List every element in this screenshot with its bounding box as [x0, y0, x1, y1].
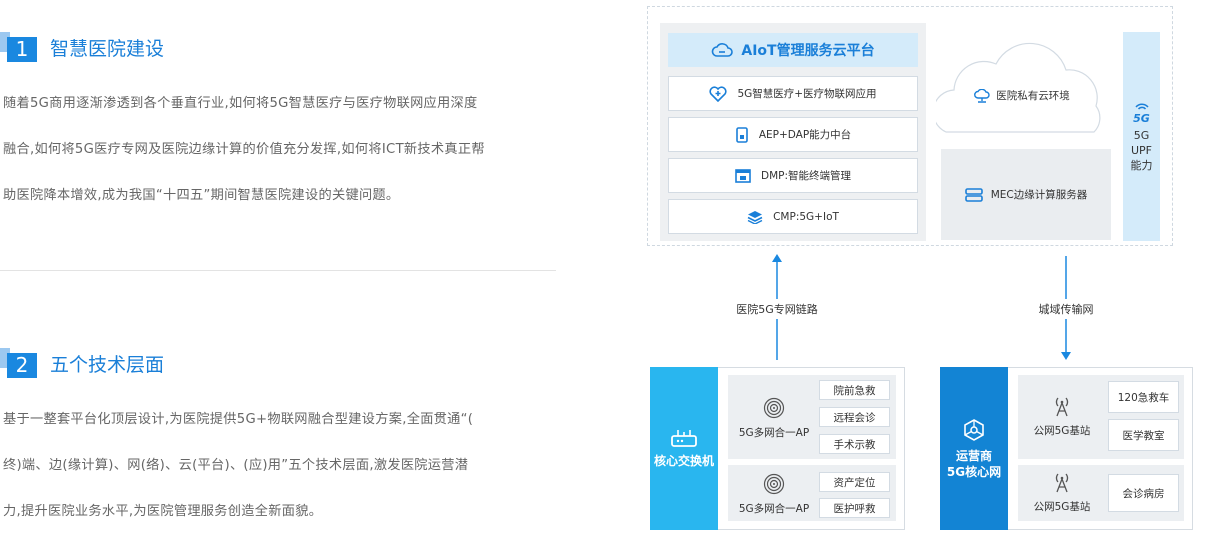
section-1-paragraph: 随着5G商用逐渐渗透到各个垂直行业,如何将5G智慧医疗与医疗物联网应用深度 融合… [3, 81, 551, 219]
station-group: 公网5G基站 120急救车 医学教室 [1018, 375, 1184, 459]
ap-device: 5G多网合一AP [736, 473, 812, 516]
cloud-icon [712, 43, 734, 57]
mec-server-box: MEC边缘计算服务器 [941, 149, 1111, 240]
section-number: 2 [7, 353, 37, 378]
core-switch-label: 核心交换机 [653, 453, 714, 468]
paragraph-line: 融合,如何将5G医疗专网及医院边缘计算的价值充分发挥,如何将ICT新技术真正帮 [3, 142, 485, 157]
layers-icon [747, 210, 763, 224]
hospital-link-label: 医院5G专网链路 [727, 299, 827, 319]
section-number-badge: 1 [0, 32, 38, 62]
device-manager-icon [735, 168, 751, 183]
app-row-aep: AEP+DAP能力中台 [668, 117, 918, 152]
private-cloud-label: 医院私有云环境 [936, 88, 1108, 103]
upf-line: UPF [1130, 143, 1152, 157]
base-station: 公网5G基站 [1024, 395, 1100, 438]
cloud-platform-title: AIoT管理服务云平台 [668, 33, 918, 67]
service-item: 院前急救 [819, 380, 890, 400]
station-label: 公网5G基站 [1033, 501, 1091, 513]
station-group: 公网5G基站 会诊病房 [1018, 465, 1184, 521]
cloud-shape [936, 42, 1101, 133]
app-row-label: AEP+DAP能力中台 [758, 129, 852, 141]
operator-core-panel: 运营商 5G核心网 [940, 367, 1008, 530]
ap-group: 5G多网合一AP 资产定位 医护呼救 [728, 465, 896, 521]
wifi-signal-icon [1134, 103, 1149, 110]
section-2-header: 2 五个技术层面 [0, 345, 164, 381]
ap-group: 5G多网合一AP 院前急救 远程会诊 手术示教 [728, 375, 896, 459]
section-2-paragraph: 基于一整套平台化顶层设计,为医院提供5G+物联网融合型建设方案,全面贯通“( 终… [3, 397, 551, 535]
app-row-medical: 5G智慧医疗+医疗物联网应用 [668, 76, 918, 111]
app-row-label: DMP:智能终端管理 [760, 170, 851, 182]
service-item: 远程会诊 [819, 407, 890, 427]
station-label: 公网5G基站 [1033, 425, 1091, 437]
upf-column: 5G 5G UPF 能力 [1123, 32, 1160, 241]
phone-icon [736, 126, 748, 143]
app-row-dmp: DMP:智能终端管理 [668, 158, 918, 193]
service-item: 资产定位 [819, 472, 890, 492]
paragraph-line: 随着5G商用逐渐渗透到各个垂直行业,如何将5G智慧医疗与医疗物联网应用深度 [3, 96, 478, 111]
fingerprint-ap-icon [763, 473, 785, 495]
medical-shield-icon [709, 85, 727, 102]
upf-line: 5G [1133, 128, 1150, 142]
cloud-platform-title-text: AIoT管理服务云平台 [741, 43, 875, 59]
ap-device: 5G多网合一AP [736, 397, 812, 440]
paragraph-line: 助医院降本增效,成为我国“十四五”期间智慧医院建设的关键问题。 [3, 188, 400, 203]
cloud-server-icon [974, 88, 990, 103]
service-item: 会诊病房 [1108, 474, 1179, 512]
core-switch-panel: 核心交换机 [650, 367, 718, 530]
server-icon [964, 187, 983, 202]
section-number-badge: 2 [0, 348, 38, 378]
paragraph-line: 基于一整套平台化顶层设计,为医院提供5G+物联网融合型建设方案,全面贯通“( [3, 412, 474, 427]
service-item: 手术示教 [819, 434, 890, 454]
upf-line: 能力 [1130, 158, 1153, 172]
operator-line: 5G核心网 [946, 464, 1002, 479]
upf-badge: 5G [1133, 111, 1150, 125]
service-item: 医护呼救 [819, 498, 890, 518]
network-hub-icon [964, 418, 984, 441]
paragraph-line: 终)端、边(缘计算)、网(络)、云(平台)、(应)用”五个技术层面,激发医院运营… [3, 458, 469, 473]
private-cloud: 医院私有云环境 [936, 30, 1108, 134]
service-item: 医学教室 [1108, 419, 1179, 451]
operator-line: 运营商 [955, 448, 992, 463]
section-1-header: 1 智慧医院建设 [0, 29, 164, 65]
ap-label: 5G多网合一AP [738, 503, 810, 515]
mec-label: MEC边缘计算服务器 [990, 189, 1088, 201]
base-station: 公网5G基站 [1024, 471, 1100, 514]
switch-icon [671, 429, 697, 447]
app-row-cmp: CMP:5G+IoT [668, 199, 918, 234]
section-divider [0, 270, 556, 271]
app-row-label: CMP:5G+IoT [773, 210, 839, 223]
section-number: 1 [7, 37, 37, 62]
service-item: 120急救车 [1108, 381, 1179, 413]
paragraph-line: 力,提升医院业务水平,为医院管理服务创造全新面貌。 [3, 504, 323, 519]
metro-network-label: 城域传输网 [1026, 299, 1106, 319]
fingerprint-ap-icon [763, 397, 785, 419]
private-cloud-text: 医院私有云环境 [996, 90, 1070, 102]
app-row-label: 5G智慧医疗+医疗物联网应用 [737, 88, 877, 100]
antenna-icon [1055, 473, 1069, 493]
section-title: 五个技术层面 [50, 353, 165, 376]
section-title: 智慧医院建设 [50, 37, 165, 60]
ap-label: 5G多网合一AP [738, 427, 810, 439]
antenna-icon [1055, 397, 1069, 417]
